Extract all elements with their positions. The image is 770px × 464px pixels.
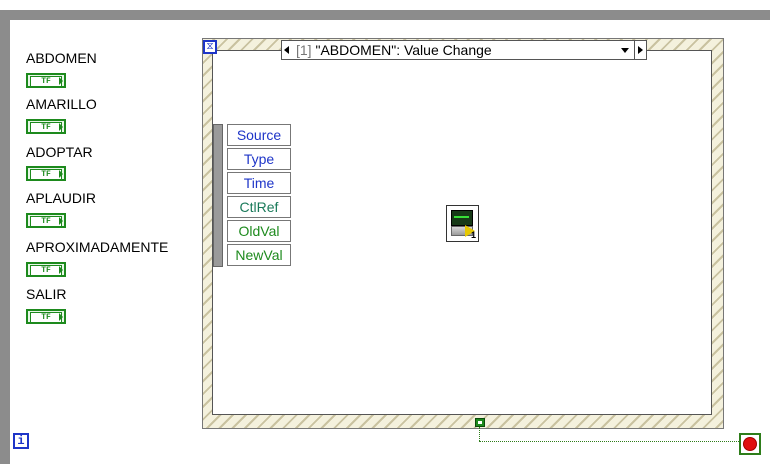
boolean-tunnel[interactable]: [475, 418, 485, 427]
terminal-label-amarillo: AMARILLO: [26, 96, 97, 112]
terminal-label-aplaudir: APLAUDIR: [26, 190, 97, 206]
event-data-node-handle[interactable]: [213, 124, 223, 267]
event-field-ctlref[interactable]: CtlRef: [227, 196, 291, 218]
event-case-label: [1] "ABDOMEN": Value Change: [296, 42, 492, 58]
boolean-terminal-aplaudir[interactable]: TF: [26, 213, 66, 228]
iteration-terminal-icon[interactable]: i: [13, 433, 29, 449]
output-arrow-icon: [59, 123, 63, 131]
tf-icon: TF: [30, 169, 62, 180]
boolean-terminal-aproximadamente[interactable]: TF: [26, 262, 66, 277]
increment-case-button[interactable]: [634, 41, 646, 59]
tf-icon: TF: [30, 312, 62, 323]
output-arrow-icon: [59, 77, 63, 85]
timeout-hourglass-icon[interactable]: ⧖: [203, 40, 217, 54]
tf-icon: TF: [30, 122, 62, 133]
boolean-terminal-adoptar[interactable]: TF: [26, 166, 66, 181]
output-arrow-icon: [59, 217, 63, 225]
boolean-terminal-abdomen[interactable]: TF: [26, 73, 66, 88]
event-field-time[interactable]: Time: [227, 172, 291, 194]
subvi-badge: 1: [470, 230, 476, 240]
event-field-source[interactable]: Source: [227, 124, 291, 146]
terminal-label-aproximadamente: APROXIMADAMENTE: [26, 239, 169, 255]
stop-terminal-icon[interactable]: [739, 433, 761, 455]
event-field-type[interactable]: Type: [227, 148, 291, 170]
waveform-monitor-icon: [451, 210, 473, 226]
output-arrow-icon: [59, 313, 63, 321]
terminal-label-adoptar: ADOPTAR: [26, 144, 93, 160]
boolean-terminal-salir[interactable]: TF: [26, 309, 66, 324]
terminal-label-abdomen: ABDOMEN: [26, 50, 97, 66]
stop-wire-vertical[interactable]: [479, 427, 480, 441]
tf-icon: TF: [30, 216, 62, 227]
output-arrow-icon: [59, 170, 63, 178]
stop-wire-horizontal[interactable]: [479, 441, 739, 442]
subvi-node[interactable]: 1: [446, 205, 479, 242]
tf-icon: TF: [30, 265, 62, 276]
decrement-case-button[interactable]: [282, 41, 293, 59]
boolean-terminal-amarillo[interactable]: TF: [26, 119, 66, 134]
terminal-label-salir: SALIR: [26, 286, 67, 302]
tf-icon: TF: [30, 76, 62, 87]
case-dropdown-icon[interactable]: [621, 47, 629, 53]
event-case-selector[interactable]: [1] "ABDOMEN": Value Change: [281, 40, 647, 60]
event-field-oldval[interactable]: OldVal: [227, 220, 291, 242]
output-arrow-icon: [59, 266, 63, 274]
event-data-node[interactable]: Source Type Time CtlRef OldVal NewVal: [213, 124, 292, 267]
event-field-newval[interactable]: NewVal: [227, 244, 291, 266]
